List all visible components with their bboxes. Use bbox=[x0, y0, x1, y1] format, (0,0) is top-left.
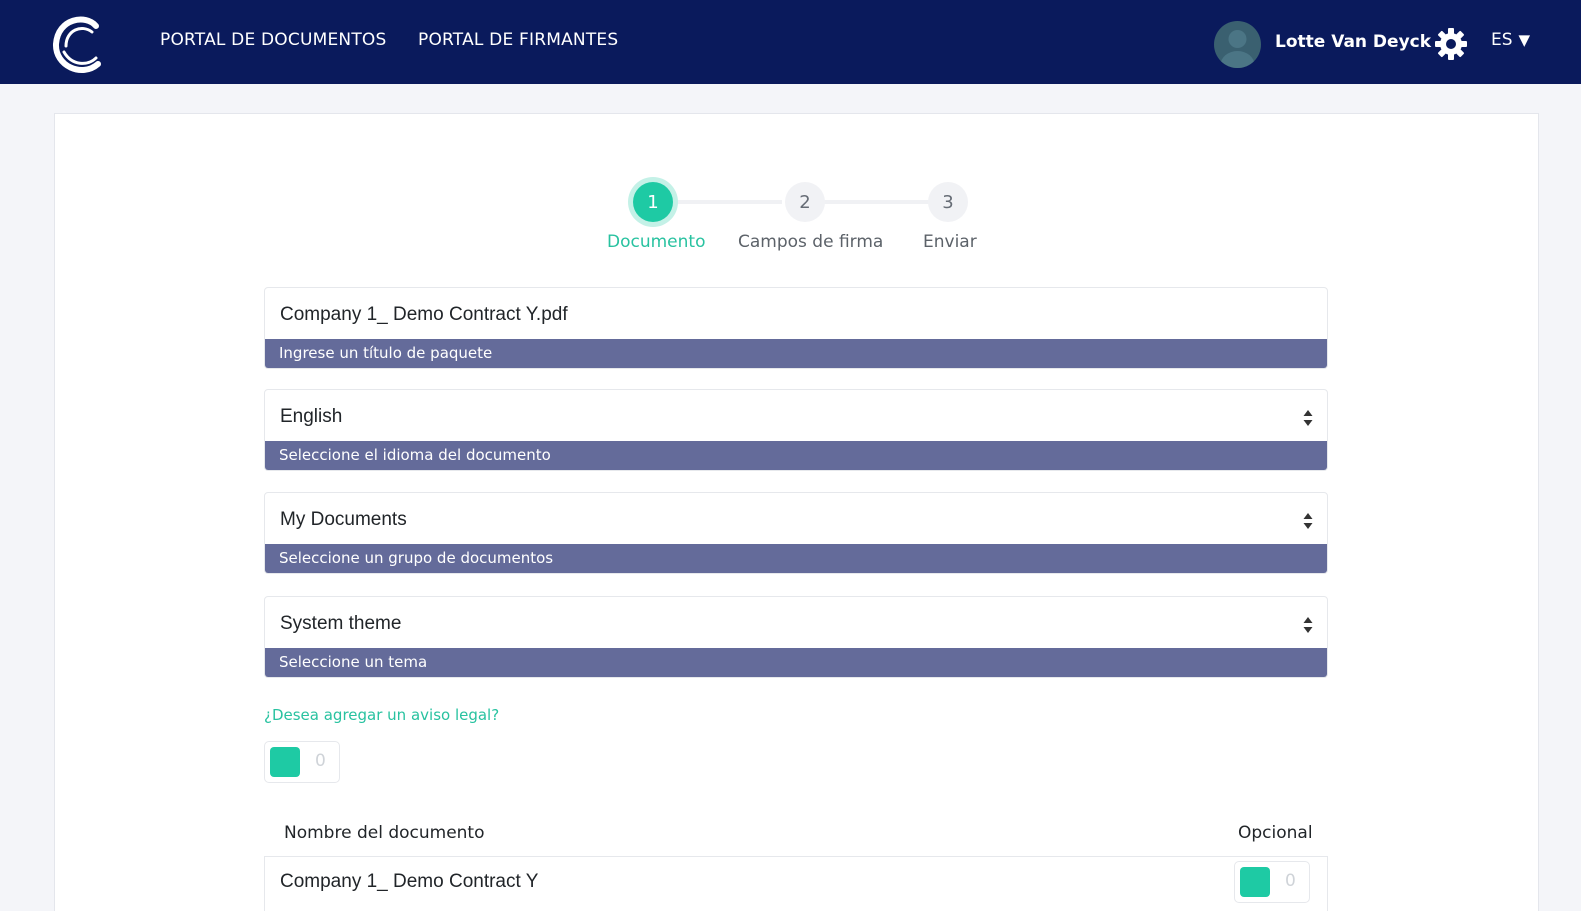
top-navigation-bar: PORTAL DE DOCUMENTOS PORTAL DE FIRMANTES… bbox=[0, 0, 1581, 84]
sort-icon bbox=[1303, 410, 1313, 426]
optional-toggle[interactable]: 0 bbox=[1234, 861, 1310, 903]
document-language-hint: Seleccione el idioma del documento bbox=[265, 441, 1327, 470]
theme-select[interactable]: System theme Seleccione un tema bbox=[264, 596, 1328, 678]
package-title-hint: Ingrese un título de paquete bbox=[265, 339, 1327, 368]
user-icon bbox=[1220, 30, 1255, 68]
column-header-optional: Opcional bbox=[1238, 823, 1313, 843]
document-group-value: My Documents bbox=[280, 509, 407, 530]
table-row: Company 1_ Demo Contract Y 0 bbox=[264, 856, 1328, 911]
sort-icon bbox=[1303, 513, 1313, 529]
nav-signers-portal[interactable]: PORTAL DE FIRMANTES bbox=[418, 30, 618, 50]
language-code: ES bbox=[1491, 30, 1513, 50]
step-2-indicator[interactable]: 2 bbox=[785, 182, 825, 222]
package-title-value[interactable]: Company 1_ Demo Contract Y.pdf bbox=[280, 304, 568, 326]
logo-icon[interactable] bbox=[52, 16, 102, 74]
step-2-label: Campos de firma bbox=[738, 232, 884, 252]
theme-value: System theme bbox=[280, 613, 402, 634]
language-selector[interactable]: ES ▼ bbox=[1491, 30, 1530, 50]
document-name: Company 1_ Demo Contract Y bbox=[280, 871, 539, 892]
legal-notice-toggle[interactable]: 0 bbox=[264, 741, 340, 783]
stepper-connector bbox=[668, 200, 782, 204]
document-language-value: English bbox=[280, 406, 343, 427]
nav-documents-portal[interactable]: PORTAL DE DOCUMENTOS bbox=[160, 30, 386, 50]
user-name[interactable]: Lotte Van Deyck bbox=[1275, 32, 1431, 52]
column-header-document-name: Nombre del documento bbox=[284, 823, 485, 843]
theme-hint: Seleccione un tema bbox=[265, 648, 1327, 677]
legal-notice-question[interactable]: ¿Desea agregar un aviso legal? bbox=[264, 706, 499, 724]
step-1-indicator[interactable]: 1 bbox=[633, 182, 673, 222]
caret-down-icon: ▼ bbox=[1518, 31, 1531, 49]
toggle-text: 0 bbox=[1285, 871, 1296, 891]
gear-icon[interactable] bbox=[1433, 26, 1469, 62]
step-3-label: Enviar bbox=[923, 232, 977, 252]
package-title-input[interactable]: Company 1_ Demo Contract Y.pdf Ingrese u… bbox=[264, 287, 1328, 369]
document-group-select[interactable]: My Documents Seleccione un grupo de docu… bbox=[264, 492, 1328, 574]
toggle-knob bbox=[270, 747, 300, 777]
avatar[interactable] bbox=[1214, 21, 1261, 68]
step-1-label: Documento bbox=[607, 232, 706, 252]
document-language-select[interactable]: English Seleccione el idioma del documen… bbox=[264, 389, 1328, 471]
stepper-connector bbox=[822, 200, 932, 204]
toggle-text: 0 bbox=[315, 751, 326, 771]
sort-icon bbox=[1303, 617, 1313, 633]
step-3-indicator[interactable]: 3 bbox=[928, 182, 968, 222]
document-group-hint: Seleccione un grupo de documentos bbox=[265, 544, 1327, 573]
toggle-knob bbox=[1240, 867, 1270, 897]
